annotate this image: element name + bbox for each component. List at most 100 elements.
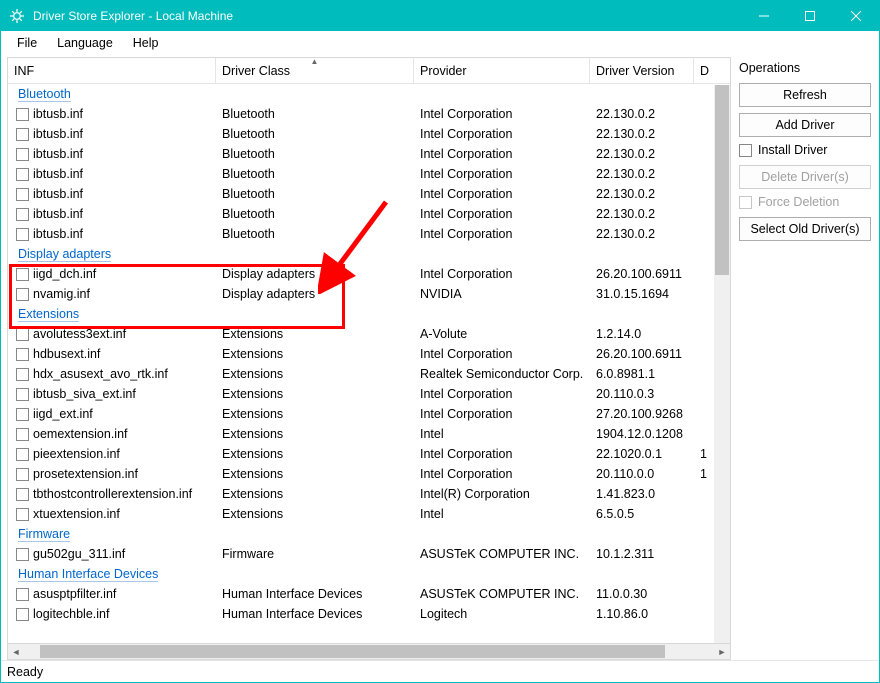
- table-row[interactable]: tbthostcontrollerextension.infExtensions…: [8, 484, 730, 504]
- cell-provider: Intel Corporation: [414, 407, 590, 421]
- close-button[interactable]: [833, 1, 879, 31]
- table-row[interactable]: ibtusb_siva_ext.infExtensionsIntel Corpo…: [8, 384, 730, 404]
- inf-name: nvamig.inf: [33, 287, 90, 301]
- cell-inf: logitechble.inf: [8, 607, 216, 621]
- table-row[interactable]: gu502gu_311.infFirmwareASUSTeK COMPUTER …: [8, 544, 730, 564]
- table-row[interactable]: ibtusb.infBluetoothIntel Corporation22.1…: [8, 164, 730, 184]
- table-row[interactable]: ibtusb.infBluetoothIntel Corporation22.1…: [8, 184, 730, 204]
- row-checkbox[interactable]: [16, 288, 29, 301]
- cell-version: 22.130.0.2: [590, 127, 694, 141]
- row-checkbox[interactable]: [16, 448, 29, 461]
- table-row[interactable]: logitechble.infHuman Interface DevicesLo…: [8, 604, 730, 624]
- cell-provider: Realtek Semiconductor Corp.: [414, 367, 590, 381]
- cell-version: 27.20.100.9268: [590, 407, 694, 421]
- status-bar: Ready: [1, 660, 879, 682]
- hscroll-left-arrow-icon[interactable]: ◄: [8, 644, 24, 660]
- cell-inf: prosetextension.inf: [8, 467, 216, 481]
- column-header-version[interactable]: Driver Version: [590, 58, 694, 83]
- cell-class: Bluetooth: [216, 107, 414, 121]
- row-checkbox[interactable]: [16, 168, 29, 181]
- row-checkbox[interactable]: [16, 348, 29, 361]
- group-header[interactable]: Bluetooth: [8, 84, 730, 104]
- row-checkbox[interactable]: [16, 388, 29, 401]
- row-checkbox[interactable]: [16, 188, 29, 201]
- cell-class: Bluetooth: [216, 187, 414, 201]
- group-header[interactable]: Firmware: [8, 524, 730, 544]
- row-checkbox[interactable]: [16, 148, 29, 161]
- group-name: Extensions: [18, 307, 79, 322]
- column-header-class[interactable]: ▲Driver Class: [216, 58, 414, 83]
- table-row[interactable]: asusptpfilter.infHuman Interface Devices…: [8, 584, 730, 604]
- table-row[interactable]: hdbusext.infExtensionsIntel Corporation2…: [8, 344, 730, 364]
- minimize-button[interactable]: [741, 1, 787, 31]
- table-row[interactable]: avolutess3ext.infExtensionsA-Volute1.2.1…: [8, 324, 730, 344]
- row-checkbox[interactable]: [16, 508, 29, 521]
- row-checkbox[interactable]: [16, 468, 29, 481]
- inf-name: xtuextension.inf: [33, 507, 120, 521]
- menu-help[interactable]: Help: [123, 34, 169, 52]
- cell-version: 20.110.0.3: [590, 387, 694, 401]
- row-checkbox[interactable]: [16, 408, 29, 421]
- row-checkbox[interactable]: [16, 268, 29, 281]
- hscroll-right-arrow-icon[interactable]: ►: [714, 644, 730, 660]
- select-old-drivers-button[interactable]: Select Old Driver(s): [739, 217, 871, 241]
- row-checkbox[interactable]: [16, 208, 29, 221]
- cell-version: 22.130.0.2: [590, 107, 694, 121]
- delete-drivers-button: Delete Driver(s): [739, 165, 871, 189]
- cell-provider: ASUSTeK COMPUTER INC.: [414, 587, 590, 601]
- inf-name: ibtusb.inf: [33, 227, 83, 241]
- table-row[interactable]: ibtusb.infBluetoothIntel Corporation22.1…: [8, 144, 730, 164]
- table-row[interactable]: hdx_asusext_avo_rtk.infExtensionsRealtek…: [8, 364, 730, 384]
- table-row[interactable]: ibtusb.infBluetoothIntel Corporation22.1…: [8, 204, 730, 224]
- table-row[interactable]: prosetextension.infExtensionsIntel Corpo…: [8, 464, 730, 484]
- cell-inf: ibtusb.inf: [8, 187, 216, 201]
- table-row[interactable]: nvamig.infDisplay adaptersNVIDIA31.0.15.…: [8, 284, 730, 304]
- table-row[interactable]: ibtusb.infBluetoothIntel Corporation22.1…: [8, 104, 730, 124]
- row-checkbox[interactable]: [16, 488, 29, 501]
- table-row[interactable]: ibtusb.infBluetoothIntel Corporation22.1…: [8, 124, 730, 144]
- cell-version: 20.110.0.0: [590, 467, 694, 481]
- vertical-scroll-thumb[interactable]: [715, 85, 729, 275]
- table-row[interactable]: pieextension.infExtensionsIntel Corporat…: [8, 444, 730, 464]
- group-header[interactable]: Display adapters: [8, 244, 730, 264]
- column-header-inf-label: INF: [14, 64, 34, 78]
- group-header[interactable]: Extensions: [8, 304, 730, 324]
- table-row[interactable]: iigd_ext.infExtensionsIntel Corporation2…: [8, 404, 730, 424]
- cell-class: Bluetooth: [216, 127, 414, 141]
- row-checkbox[interactable]: [16, 548, 29, 561]
- table-row[interactable]: iigd_dch.infDisplay adaptersIntel Corpor…: [8, 264, 730, 284]
- group-header[interactable]: Human Interface Devices: [8, 564, 730, 584]
- cell-version: 26.20.100.6911: [590, 267, 694, 281]
- add-driver-button[interactable]: Add Driver: [739, 113, 871, 137]
- table-row[interactable]: xtuextension.infExtensionsIntel6.5.0.5: [8, 504, 730, 524]
- column-header-d[interactable]: D: [694, 58, 712, 83]
- refresh-button[interactable]: Refresh: [739, 83, 871, 107]
- table-row[interactable]: oemextension.infExtensionsIntel1904.12.0…: [8, 424, 730, 444]
- inf-name: ibtusb.inf: [33, 207, 83, 221]
- install-driver-checkbox[interactable]: Install Driver: [739, 143, 871, 157]
- row-checkbox[interactable]: [16, 588, 29, 601]
- maximize-button[interactable]: [787, 1, 833, 31]
- cell-version: 22.130.0.2: [590, 147, 694, 161]
- row-checkbox[interactable]: [16, 608, 29, 621]
- cell-version: 1.41.823.0: [590, 487, 694, 501]
- grid-body[interactable]: Bluetoothibtusb.infBluetoothIntel Corpor…: [8, 84, 730, 644]
- hscroll-track[interactable]: [40, 644, 698, 659]
- force-deletion-label: Force Deletion: [758, 195, 839, 209]
- horizontal-scrollbar[interactable]: ◄ ►: [7, 644, 731, 660]
- table-row[interactable]: ibtusb.infBluetoothIntel Corporation22.1…: [8, 224, 730, 244]
- row-checkbox[interactable]: [16, 108, 29, 121]
- row-checkbox[interactable]: [16, 128, 29, 141]
- row-checkbox[interactable]: [16, 368, 29, 381]
- row-checkbox[interactable]: [16, 428, 29, 441]
- cell-version: 22.130.0.2: [590, 187, 694, 201]
- cell-provider: Intel Corporation: [414, 387, 590, 401]
- row-checkbox[interactable]: [16, 228, 29, 241]
- menu-file[interactable]: File: [7, 34, 47, 52]
- row-checkbox[interactable]: [16, 328, 29, 341]
- vertical-scrollbar[interactable]: [714, 85, 730, 643]
- horizontal-scroll-thumb[interactable]: [40, 645, 665, 658]
- column-header-provider[interactable]: Provider: [414, 58, 590, 83]
- menu-language[interactable]: Language: [47, 34, 123, 52]
- column-header-inf[interactable]: INF: [8, 58, 216, 83]
